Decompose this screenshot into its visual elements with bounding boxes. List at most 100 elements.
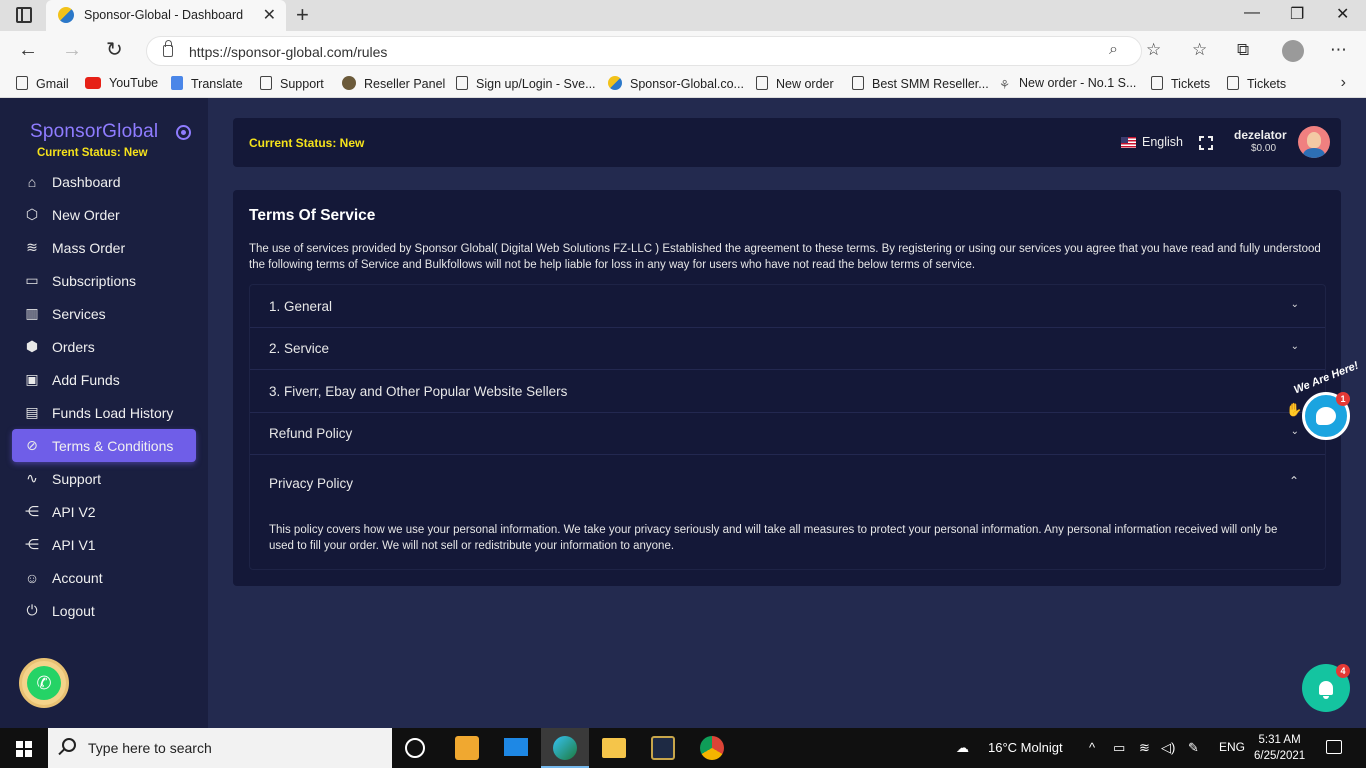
whatsapp-button[interactable]: ✆	[19, 658, 69, 708]
language-selector[interactable]: English	[1142, 135, 1183, 149]
bookmark-tickets-2[interactable]: Tickets	[1227, 76, 1286, 91]
bookmark-support[interactable]: Support	[260, 76, 324, 91]
add-favorite-icon[interactable]: ☆	[1146, 40, 1161, 60]
brand-logo[interactable]: SponsorGlobal	[30, 121, 158, 143]
wifi-icon[interactable]: ≋	[1139, 740, 1150, 756]
league-icon[interactable]	[651, 736, 675, 760]
accordion-item-privacy[interactable]: Privacy Policy ⌃	[250, 455, 1325, 503]
accordion-label: 2. Service	[269, 341, 330, 356]
user-icon: ☺	[24, 569, 40, 586]
sidebar-item-services[interactable]: ▥ Services	[12, 297, 196, 330]
username[interactable]: dezelator	[1234, 128, 1287, 142]
refresh-icon[interactable]: ↻	[106, 39, 123, 61]
bookmark-translate[interactable]: Translate	[171, 76, 243, 91]
chevron-right-icon[interactable]: ›	[1341, 74, 1346, 92]
terms-card: Terms Of Service The use of services pro…	[233, 190, 1341, 586]
mail-icon[interactable]	[504, 738, 528, 756]
volume-icon[interactable]: ◁)	[1161, 740, 1175, 756]
cortana-icon[interactable]	[405, 738, 425, 758]
sidebar-item-new-order[interactable]: ⬡ New Order	[12, 198, 196, 231]
sidebar-menu: ⌂ Dashboard ⬡ New Order ≋ Mass Order ▭ Subsc…	[12, 165, 196, 627]
taskbar-search[interactable]: Type here to search	[48, 728, 392, 768]
windows-start-icon[interactable]	[16, 741, 32, 757]
more-menu-icon[interactable]: ⋯	[1330, 40, 1347, 60]
favorites-icon[interactable]: ☆	[1192, 40, 1207, 60]
page-icon	[756, 76, 768, 90]
browser-tab[interactable]: Sponsor-Global - Dashboard ✕	[46, 0, 286, 31]
minimize-icon[interactable]: —	[1244, 4, 1260, 22]
language-indicator[interactable]: ENG	[1219, 740, 1245, 754]
forward-arrow-icon[interactable]: →	[62, 39, 82, 61]
bar-chart-icon: ▥	[25, 305, 39, 321]
sidebar-item-logout[interactable]: ⏻ Logout	[12, 594, 196, 627]
accordion-item-general[interactable]: 1. General ⌄	[250, 285, 1325, 328]
weather-cloud-icon[interactable]: ☁	[956, 740, 969, 756]
boxes-icon: ⬢	[25, 338, 39, 354]
taskbar-active-edge[interactable]	[541, 728, 589, 768]
collections-icon[interactable]: ⧉	[1237, 40, 1249, 60]
store-icon[interactable]	[455, 736, 479, 760]
user-avatar[interactable]	[1298, 126, 1330, 158]
bookmark-new-order-no1[interactable]: ⚘ New order - No.1 S...	[999, 76, 1136, 92]
accordion-item-fiverr[interactable]: 3. Fiverr, Ebay and Other Popular Websit…	[250, 370, 1325, 413]
terms-accordion: 1. General ⌄ 2. Service ⌄ 3. Fiverr, Eba…	[249, 284, 1326, 570]
battery-icon[interactable]: ▭	[1113, 740, 1125, 756]
fullscreen-icon[interactable]	[1199, 136, 1213, 150]
chevron-up-icon[interactable]: ^	[1089, 740, 1095, 755]
power-icon: ⏻	[26, 602, 38, 618]
sidebar-item-funds-load-history[interactable]: ▤ Funds Load History	[12, 396, 196, 429]
bookmark-youtube[interactable]: YouTube	[85, 76, 158, 90]
sidebar-item-api-v2[interactable]: ⋲ API V2	[12, 495, 196, 528]
page-title: Terms Of Service	[249, 207, 376, 224]
tab-actions-icon[interactable]	[16, 7, 32, 23]
bookmark-gmail[interactable]: Gmail	[16, 76, 69, 91]
clock[interactable]: 5:31 AM 6/25/2021	[1254, 732, 1305, 764]
address-bar[interactable]: https://sponsor-global.com/rules ⌕	[146, 36, 1142, 66]
new-tab-button[interactable]: +	[296, 3, 309, 27]
sidebar-item-terms[interactable]: ⊘ Terms & Conditions	[12, 429, 196, 462]
url-text[interactable]: https://sponsor-global.com/rules	[189, 44, 387, 60]
action-center-icon[interactable]	[1326, 740, 1342, 754]
bookmark-signup[interactable]: Sign up/Login - Sve...	[456, 76, 596, 91]
sidebar-item-subscriptions[interactable]: ▭ Subscriptions	[12, 264, 196, 297]
sidebar-item-add-funds[interactable]: ▣ Add Funds	[12, 363, 196, 396]
back-arrow-icon[interactable]: ←	[18, 39, 38, 61]
accordion-item-service[interactable]: 2. Service ⌄	[250, 328, 1325, 370]
edge-icon	[553, 736, 577, 760]
chevron-up-icon: ⌃	[1288, 474, 1299, 488]
sidebar-item-api-v1[interactable]: ⋲ API V1	[12, 528, 196, 561]
bookmark-best-smm[interactable]: Best SMM Reseller...	[852, 76, 989, 91]
restore-icon[interactable]: ❐	[1290, 4, 1304, 24]
us-flag-icon[interactable]	[1121, 137, 1136, 148]
bookmark-sponsor-global[interactable]: Sponsor-Global.co...	[608, 76, 744, 91]
bookmark-tickets-1[interactable]: Tickets	[1151, 76, 1210, 91]
profile-avatar[interactable]	[1282, 40, 1304, 62]
sidebar-item-orders[interactable]: ⬢ Orders	[12, 330, 196, 363]
bookmark-reseller-panel[interactable]: Reseller Panel	[342, 76, 445, 91]
weather-text[interactable]: 16°C Molnigt	[988, 740, 1063, 755]
sidebar-item-account[interactable]: ☺ Account	[12, 561, 196, 594]
file-explorer-icon[interactable]	[602, 738, 626, 758]
zoom-icon[interactable]: ⌕	[1109, 41, 1118, 59]
chat-widget[interactable]: We Are Here! ✋ 1	[1284, 360, 1360, 442]
close-window-icon[interactable]: ✕	[1336, 4, 1349, 24]
page-icon	[852, 76, 864, 90]
sidebar: SponsorGlobal Current Status: New ⌂ Dashb…	[0, 98, 208, 728]
sidebar-status: Current Status: New	[37, 147, 148, 159]
sidebar-item-mass-order[interactable]: ≋ Mass Order	[12, 231, 196, 264]
pen-icon[interactable]: ✎	[1188, 740, 1199, 756]
accordion-label: 1. General	[269, 299, 333, 314]
accordion-item-refund[interactable]: Refund Policy ⌄	[250, 413, 1325, 455]
reseller-icon	[342, 76, 356, 90]
page-icon	[16, 76, 28, 90]
sidebar-item-support[interactable]: ∿ Support	[12, 462, 196, 495]
lock-icon[interactable]	[163, 40, 173, 57]
sidebar-item-dashboard[interactable]: ⌂ Dashboard	[12, 165, 196, 198]
close-tab-icon[interactable]: ✕	[263, 5, 276, 25]
bookmark-new-order[interactable]: New order	[756, 76, 834, 91]
ban-icon: ⊘	[26, 437, 38, 453]
wave-hand-icon: ✋	[1286, 402, 1303, 417]
sidebar-toggle-icon[interactable]	[176, 125, 191, 140]
chrome-icon[interactable]	[700, 736, 724, 760]
home-icon: ⌂	[27, 173, 37, 190]
